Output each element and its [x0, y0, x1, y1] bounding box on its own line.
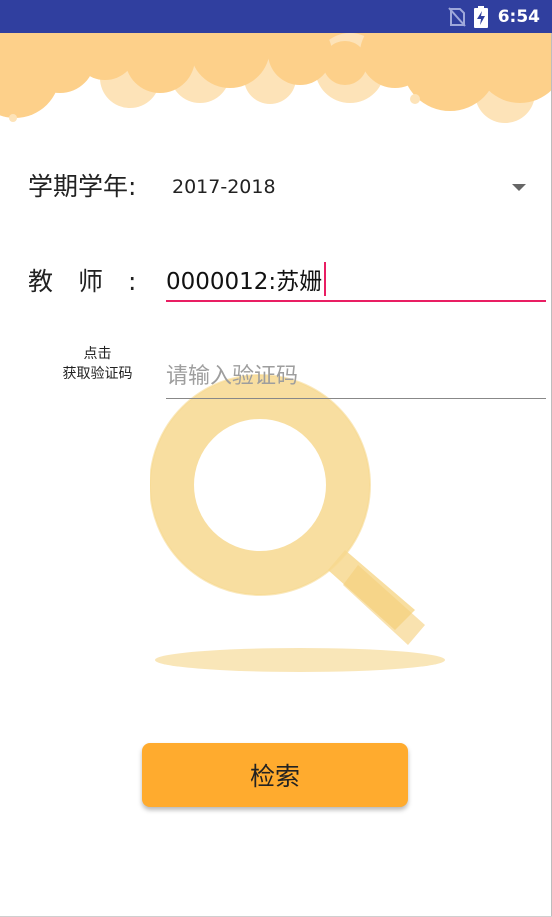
- term-label: 学期学年:: [28, 172, 137, 201]
- captcha-link-line1: 点击: [83, 346, 112, 362]
- text-cursor: [324, 262, 327, 296]
- get-captcha-button[interactable]: 点击 获取验证码: [50, 344, 145, 384]
- battery-charging-icon: [473, 5, 488, 28]
- status-bar: 6:54: [0, 0, 552, 33]
- search-button[interactable]: 检索: [142, 743, 408, 807]
- captcha-link-line2: 获取验证码: [62, 366, 133, 382]
- captcha-field[interactable]: [166, 355, 546, 399]
- no-sim-icon: [447, 6, 466, 27]
- magnifier-icon: [150, 374, 445, 672]
- teacher-field[interactable]: 0000012:苏姗: [166, 258, 546, 302]
- term-spinner[interactable]: 2017-2018: [166, 168, 536, 206]
- teacher-label: 教 师 :: [28, 267, 137, 296]
- teacher-value: 0000012:苏姗: [166, 269, 323, 295]
- cloud-header-decoration: [0, 33, 552, 123]
- dropdown-arrow-icon[interactable]: [512, 183, 526, 191]
- clock: 6:54: [497, 6, 540, 27]
- term-value: 2017-2018: [172, 176, 276, 198]
- captcha-input[interactable]: [166, 364, 546, 389]
